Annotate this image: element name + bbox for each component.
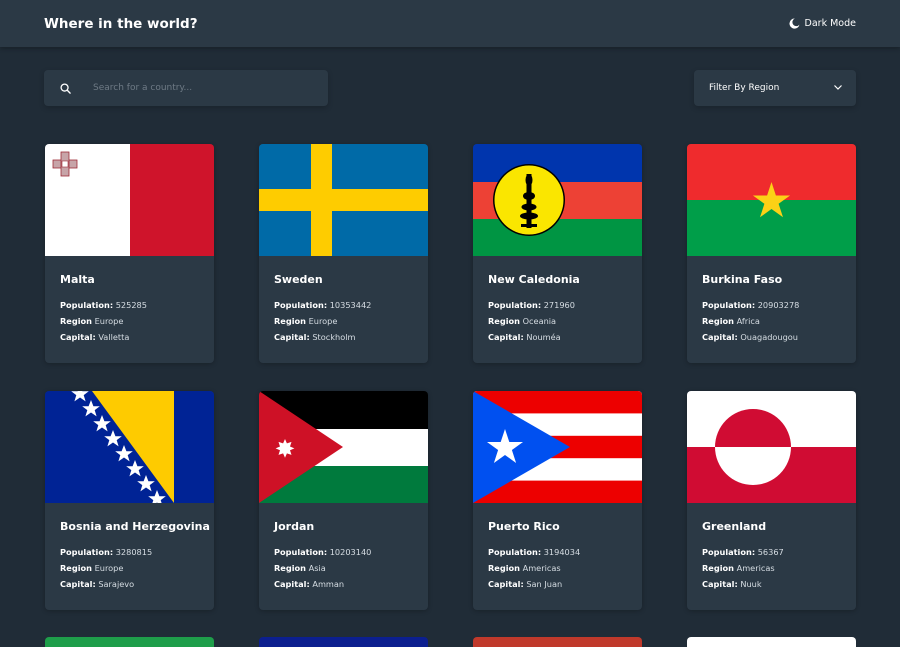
population-row: Population: 10203140 <box>274 547 372 557</box>
country-card-puerto-rico[interactable]: Puerto Rico Population: 3194034 Region A… <box>473 391 642 610</box>
population-row: Population: 3280815 <box>60 547 153 557</box>
country-card-greenland[interactable]: Greenland Population: 56367 Region Ameri… <box>687 391 856 610</box>
region-row: Region Europe <box>274 316 338 326</box>
region-row: Region Oceania <box>488 316 557 326</box>
country-card-new-caledonia[interactable]: New Caledonia Population: 271960 Region … <box>473 144 642 363</box>
capital-row: Capital: Nuuk <box>702 579 762 589</box>
country-name: Bosnia and Herzegovina <box>60 520 210 533</box>
population-row: Population: 10353442 <box>274 300 372 310</box>
capital-row: Capital: Stockholm <box>274 332 356 342</box>
country-name: Burkina Faso <box>702 273 783 286</box>
capital-row: Capital: Amman <box>274 579 345 589</box>
country-card-burkina-faso[interactable]: Burkina Faso Population: 20903278 Region… <box>687 144 856 363</box>
region-filter-dropdown[interactable]: Filter By Region <box>694 70 856 106</box>
country-card-jordan[interactable]: Jordan Population: 10203140 Region Asia … <box>259 391 428 610</box>
greenland-flag <box>687 391 856 503</box>
population-row: Population: 525285 <box>60 300 147 310</box>
region-row: Region Europe <box>60 563 124 573</box>
population-row: Population: 271960 <box>488 300 575 310</box>
next-card-flag-stub <box>259 637 428 647</box>
puerto-rico-flag <box>473 391 642 503</box>
country-name: Sweden <box>274 273 323 286</box>
capital-row: Capital: Ouagadougou <box>702 332 799 342</box>
next-card-flag-stub <box>473 637 642 647</box>
region-row: Region Americas <box>488 563 561 573</box>
capital-row: Capital: Sarajevo <box>60 579 135 589</box>
dark-mode-label: Dark Mode <box>804 18 856 29</box>
population-row: Population: 3194034 <box>488 547 581 557</box>
region-row: Region Americas <box>702 563 775 573</box>
population-row: Population: 20903278 <box>702 300 800 310</box>
search-input[interactable] <box>91 82 312 94</box>
population-row: Population: 56367 <box>702 547 784 557</box>
malta-flag <box>45 144 214 256</box>
top-header: Where in the world? Dark Mode <box>0 0 900 47</box>
burkina-faso-flag <box>687 144 856 256</box>
region-row: Region Africa <box>702 316 760 326</box>
sweden-flag <box>259 144 428 256</box>
new-caledonia-flag <box>473 144 642 256</box>
dark-mode-toggle[interactable]: Dark Mode <box>789 18 856 29</box>
region-row: Region Europe <box>60 316 124 326</box>
filter-label: Filter By Region <box>709 83 780 93</box>
region-row: Region Asia <box>274 563 326 573</box>
next-card-flag-stub <box>45 637 214 647</box>
capital-row: Capital: San Juan <box>488 579 563 589</box>
bosnia-flag <box>45 391 214 503</box>
next-card-flag-stub <box>687 637 856 647</box>
country-name: Puerto Rico <box>488 520 560 533</box>
country-name: Malta <box>60 273 95 286</box>
chevron-down-icon <box>833 82 843 95</box>
country-name: New Caledonia <box>488 273 580 286</box>
app-title: Where in the world? <box>44 15 198 32</box>
country-card-malta[interactable]: Malta Population: 525285 Region Europe C… <box>45 144 214 363</box>
country-card-sweden[interactable]: Sweden Population: 10353442 Region Europ… <box>259 144 428 363</box>
country-name: Jordan <box>274 520 315 533</box>
country-card-bosnia-and-herzegovina[interactable]: Bosnia and Herzegovina Population: 32808… <box>45 391 214 610</box>
search-box[interactable] <box>44 70 328 106</box>
country-name: Greenland <box>702 520 767 533</box>
moon-icon <box>789 18 800 29</box>
jordan-flag <box>259 391 428 503</box>
search-icon <box>60 79 71 98</box>
capital-row: Capital: Nouméa <box>488 332 561 342</box>
capital-row: Capital: Valletta <box>60 332 130 342</box>
